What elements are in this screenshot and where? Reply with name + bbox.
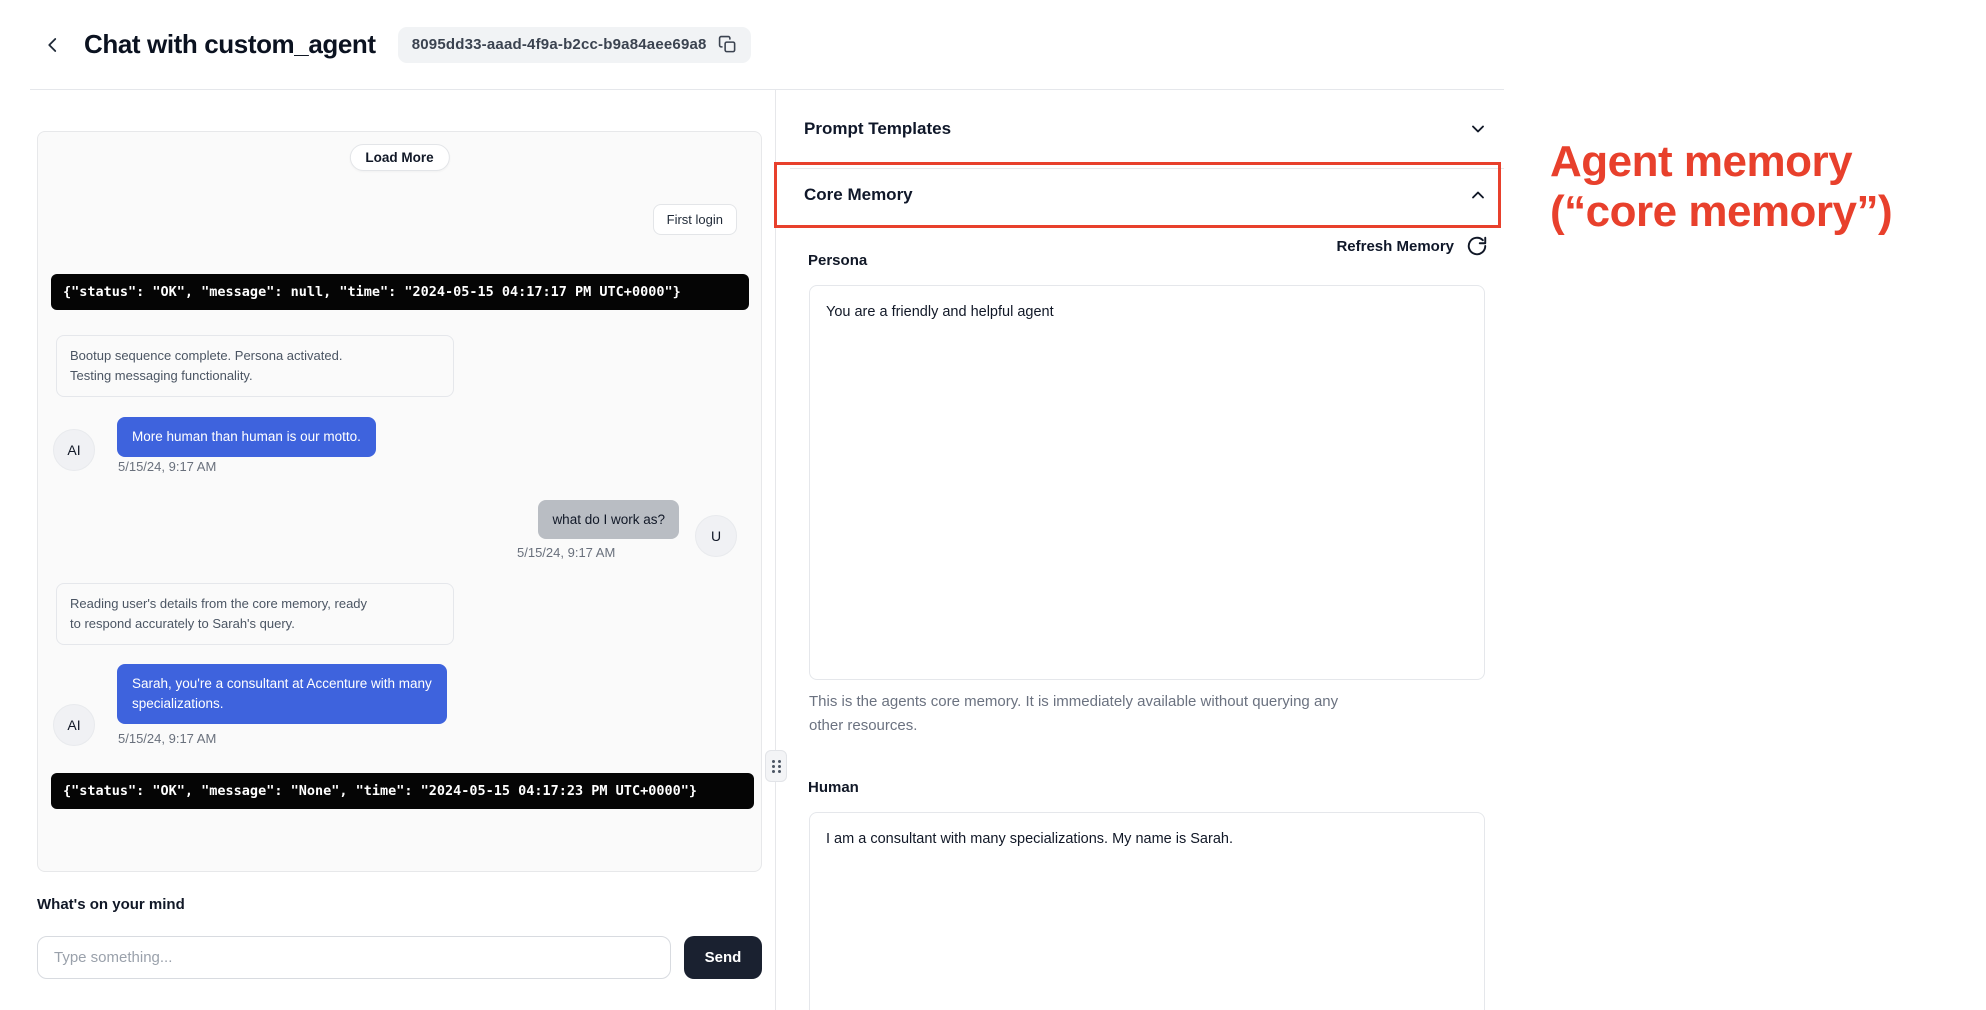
inner-monologue-message: Bootup sequence complete. Persona activa… <box>56 335 454 397</box>
copy-button[interactable] <box>718 35 737 54</box>
page-header: Chat with custom_agent 8095dd33-aaad-4f9… <box>30 0 1504 90</box>
agent-avatar: AI <box>53 704 95 746</box>
panel-divider <box>775 90 776 1010</box>
copy-icon <box>718 35 737 54</box>
message-input[interactable] <box>37 936 671 979</box>
human-textarea[interactable]: I am a consultant with many specializati… <box>809 812 1485 1010</box>
chevron-left-icon <box>44 36 62 54</box>
load-more-button[interactable]: Load More <box>349 144 449 171</box>
core-memory-title: Core Memory <box>804 185 913 205</box>
refresh-icon <box>1466 235 1488 257</box>
message-timestamp: 5/15/24, 9:17 AM <box>517 545 615 560</box>
send-button[interactable]: Send <box>684 936 762 979</box>
annotation-text: Agent memory (“core memory”) <box>1550 137 1892 236</box>
system-status-message: {"status": "OK", "message": null, "time"… <box>51 274 749 310</box>
drag-handle-dots-icon <box>772 760 781 773</box>
agent-id-text: 8095dd33-aaad-4f9a-b2cc-b9a84aee69a8 <box>412 36 707 53</box>
chevron-down-icon <box>1468 119 1488 139</box>
agent-id-badge: 8095dd33-aaad-4f9a-b2cc-b9a84aee69a8 <box>398 27 751 63</box>
message-timestamp: 5/15/24, 9:17 AM <box>118 459 216 474</box>
back-button[interactable] <box>44 36 62 54</box>
agent-message-bubble: More human than human is our motto. <box>117 417 376 457</box>
inner-monologue-message: Reading user's details from the core mem… <box>56 583 454 645</box>
persona-label: Persona <box>808 252 867 269</box>
annotation-line2: (“core memory”) <box>1550 187 1892 237</box>
core-memory-section-header[interactable]: Core Memory <box>790 170 1504 220</box>
page-title: Chat with custom_agent <box>84 29 376 60</box>
chevron-up-icon <box>1468 185 1488 205</box>
annotation-line1: Agent memory <box>1550 137 1892 187</box>
panel-resize-handle[interactable] <box>765 750 787 782</box>
message-timestamp: 5/15/24, 9:17 AM <box>118 731 216 746</box>
refresh-memory-label: Refresh Memory <box>1336 238 1454 255</box>
prompt-templates-section-header[interactable]: Prompt Templates <box>790 90 1504 169</box>
agent-avatar: AI <box>53 429 95 471</box>
prompt-templates-title: Prompt Templates <box>804 119 951 139</box>
system-status-message: {"status": "OK", "message": "None", "tim… <box>51 773 754 809</box>
user-avatar: U <box>695 515 737 557</box>
chat-history-panel: Load More First login {"status": "OK", "… <box>37 131 762 872</box>
composer-label: What's on your mind <box>37 896 185 913</box>
human-label: Human <box>808 779 859 796</box>
refresh-memory-button[interactable]: Refresh Memory <box>790 232 1504 260</box>
core-memory-help-text: This is the agents core memory. It is im… <box>809 690 1469 738</box>
first-login-badge: First login <box>653 204 737 235</box>
user-message-bubble: what do I work as? <box>538 500 679 539</box>
agent-message-bubble: Sarah, you're a consultant at Accenture … <box>117 664 447 724</box>
app-root: Chat with custom_agent 8095dd33-aaad-4f9… <box>0 0 1986 1010</box>
persona-textarea[interactable]: You are a friendly and helpful agent <box>809 285 1485 680</box>
